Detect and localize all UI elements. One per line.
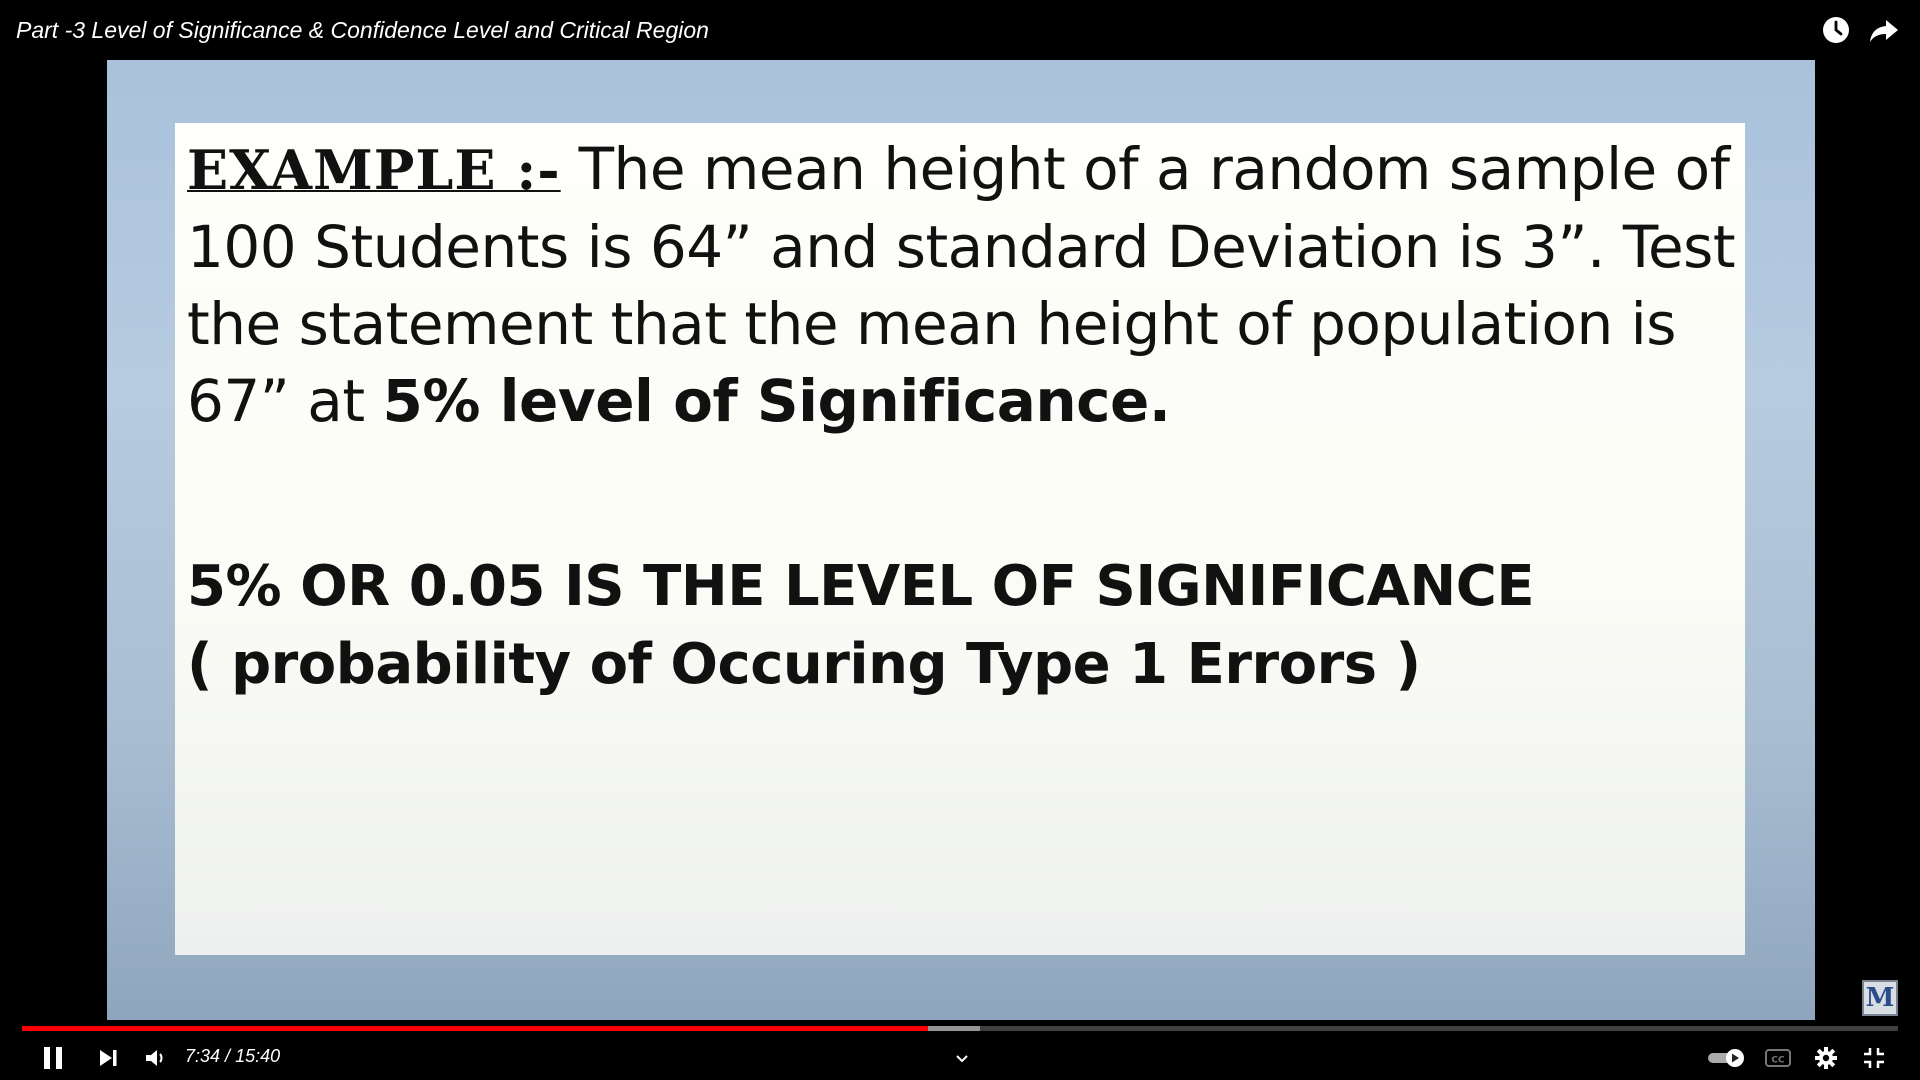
significance-emphasis: 5% level of Significance.: [382, 367, 1171, 435]
captions-icon[interactable]: CC: [1764, 1040, 1792, 1076]
next-icon[interactable]: [94, 1040, 122, 1076]
question-line-4: 67” at 5% level of Significance.: [187, 363, 1737, 440]
example-label: EXAMPLE :-: [187, 138, 561, 202]
settings-icon[interactable]: [1812, 1040, 1840, 1076]
significance-heading-line-1: 5% OR 0.05 IS THE LEVEL OF SIGNIFICANCE: [187, 554, 1535, 619]
share-icon[interactable]: [1868, 14, 1900, 46]
progress-bar[interactable]: [22, 1026, 1898, 1031]
pause-icon[interactable]: [38, 1040, 68, 1076]
question-text-4: 67” at: [187, 367, 383, 435]
question-line-3: the statement that the mean height of po…: [187, 290, 1677, 358]
significance-heading-line-2: ( probability of Occuring Type 1 Errors …: [187, 632, 1421, 697]
question-line-2: 100 Students is 64” and standard Deviati…: [187, 213, 1736, 281]
top-bar: Part -3 Level of Significance & Confiden…: [0, 0, 1920, 60]
volume-icon[interactable]: [142, 1040, 170, 1076]
exit-fullscreen-icon[interactable]: [1860, 1040, 1888, 1076]
slide-body: EXAMPLE :- The mean height of a random s…: [187, 131, 1737, 704]
chevron-down-icon[interactable]: [950, 1040, 974, 1076]
progress-played: [22, 1026, 929, 1031]
player-controls: 7:34 / 15:40 CC: [0, 1036, 1920, 1080]
time-total: 15:40: [235, 1046, 281, 1066]
video-title[interactable]: Part -3 Level of Significance & Confiden…: [16, 17, 709, 44]
watch-later-icon[interactable]: [1820, 14, 1852, 46]
time-current: 7:34: [185, 1046, 221, 1066]
autoplay-toggle-icon[interactable]: [1706, 1040, 1748, 1076]
question-line-1: EXAMPLE :- The mean height of a random s…: [187, 131, 1737, 209]
significance-heading: 5% OR 0.05 IS THE LEVEL OF SIGNIFICANCE …: [187, 548, 1737, 704]
svg-text:CC: CC: [1771, 1056, 1785, 1066]
channel-logo[interactable]: M: [1862, 980, 1898, 1016]
time-separator: /: [220, 1046, 236, 1066]
question-text-1: The mean height of a random sample of: [560, 135, 1730, 203]
slide: EXAMPLE :- The mean height of a random s…: [175, 123, 1745, 955]
time-display: 7:34 / 15:40: [185, 1044, 280, 1068]
video-frame[interactable]: EXAMPLE :- The mean height of a random s…: [107, 60, 1815, 1020]
